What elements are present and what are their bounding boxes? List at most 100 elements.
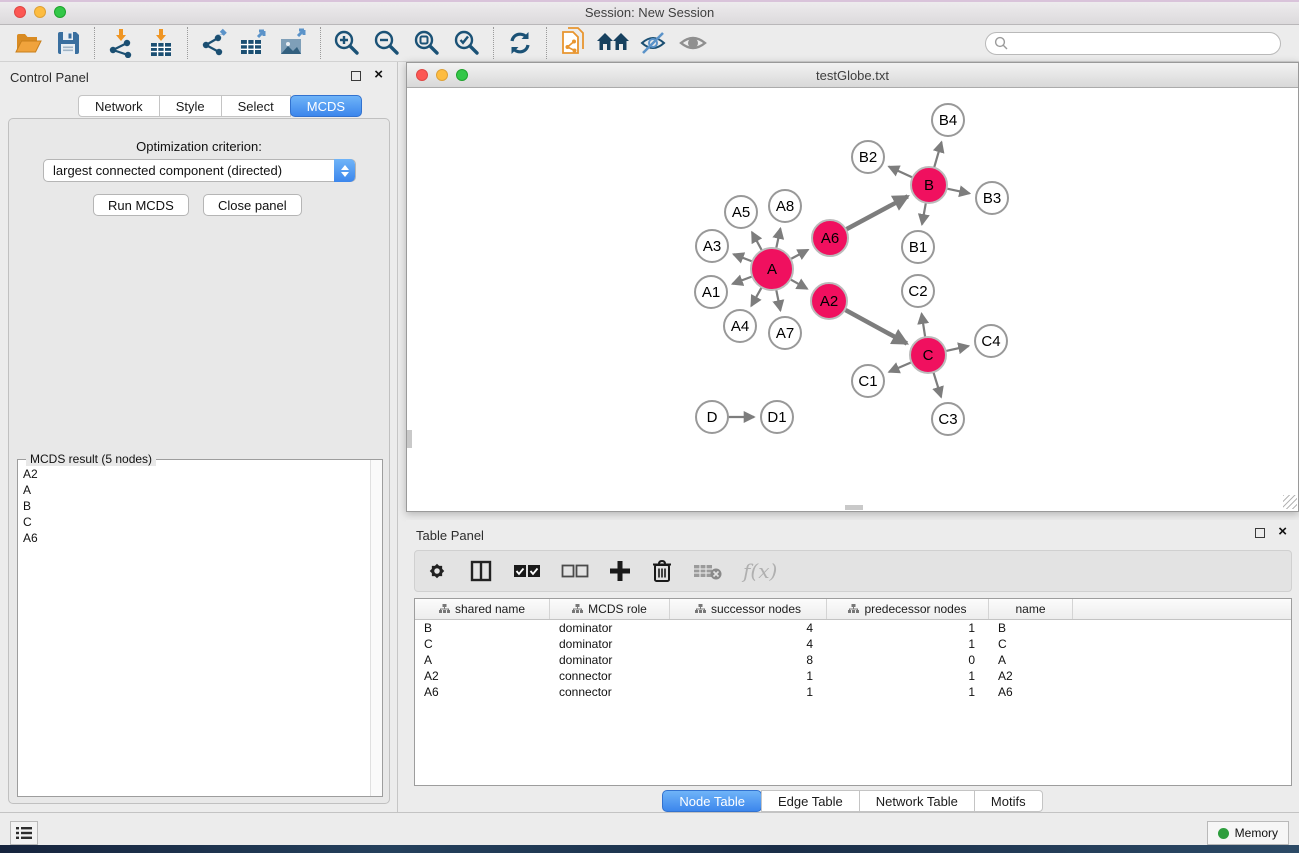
deselect-all-icon[interactable] — [561, 556, 589, 586]
graph-node-B2[interactable]: B2 — [852, 141, 884, 173]
delete-column-icon[interactable] — [651, 556, 673, 586]
graph-node-D1[interactable]: D1 — [761, 401, 793, 433]
table-cell-name[interactable]: C — [989, 637, 1073, 651]
export-network-icon[interactable] — [194, 27, 234, 59]
graph-edge-A-A8[interactable] — [776, 229, 780, 249]
mcds-result-item[interactable]: C — [18, 514, 382, 530]
table-cell-name[interactable]: B — [989, 621, 1073, 635]
table-cell-mcds-role[interactable]: dominator — [550, 637, 670, 651]
table-cell-mcds-role[interactable]: dominator — [550, 621, 670, 635]
float-table-panel-icon[interactable] — [1255, 528, 1265, 538]
table-cell-mcds-role[interactable]: connector — [550, 669, 670, 683]
table-cell-predecessor-nodes[interactable]: 0 — [827, 653, 989, 667]
graph-node-A6[interactable]: A6 — [812, 220, 848, 256]
graph-node-C4[interactable]: C4 — [975, 325, 1007, 357]
table-cell-name[interactable]: A2 — [989, 669, 1073, 683]
graph-edge-B-B4[interactable] — [934, 142, 941, 168]
graph-edge-A-A1[interactable] — [733, 276, 753, 284]
column-header-mcds-role[interactable]: MCDS role — [550, 599, 670, 619]
mcds-result-item[interactable]: A2 — [18, 466, 382, 482]
table-cell-predecessor-nodes[interactable]: 1 — [827, 637, 989, 651]
table-cell-successor-nodes[interactable]: 1 — [670, 685, 827, 699]
graph-edge-C-C2[interactable] — [922, 314, 926, 338]
mcds-result-item[interactable]: A6 — [18, 530, 382, 546]
window-resize-grip[interactable] — [1283, 495, 1297, 509]
graph-node-B[interactable]: B — [911, 167, 947, 203]
graph-node-C2[interactable]: C2 — [902, 275, 934, 307]
graph-edge-C-C4[interactable] — [946, 346, 969, 351]
graph-node-A7[interactable]: A7 — [769, 317, 801, 349]
graph-edge-A-A4[interactable] — [751, 287, 761, 306]
table-cell-shared-name[interactable]: A6 — [415, 685, 550, 699]
home-icon[interactable] — [593, 27, 633, 59]
table-cell-shared-name[interactable]: C — [415, 637, 550, 651]
table-cell-shared-name[interactable]: A2 — [415, 669, 550, 683]
function-builder-icon[interactable]: f(x) — [743, 559, 777, 583]
table-cell-successor-nodes[interactable]: 4 — [670, 637, 827, 651]
import-table-icon[interactable] — [141, 27, 181, 59]
column-header-successor-nodes[interactable]: successor nodes — [670, 599, 827, 619]
canvas-vertical-scrollbar[interactable] — [407, 430, 412, 448]
export-image-icon[interactable] — [274, 27, 314, 59]
table-cell-successor-nodes[interactable]: 1 — [670, 669, 827, 683]
new-network-from-selection-icon[interactable] — [553, 27, 593, 59]
table-cell-name[interactable]: A6 — [989, 685, 1073, 699]
canvas-horizontal-scrollbar[interactable] — [845, 505, 863, 510]
graph-edge-C-C1[interactable] — [889, 362, 911, 372]
graph-node-B4[interactable]: B4 — [932, 104, 964, 136]
table-cell-shared-name[interactable]: A — [415, 653, 550, 667]
criterion-select[interactable]: largest connected component (directed) — [43, 159, 356, 182]
search-field[interactable] — [985, 32, 1281, 55]
zoom-fit-icon[interactable] — [407, 27, 447, 59]
zoom-in-icon[interactable] — [327, 27, 367, 59]
select-all-icon[interactable] — [513, 556, 541, 586]
graph-node-A[interactable]: A — [751, 248, 793, 290]
table-cell-mcds-role[interactable]: dominator — [550, 653, 670, 667]
refresh-icon[interactable] — [500, 27, 540, 59]
graph-node-C1[interactable]: C1 — [852, 365, 884, 397]
tab-edge-table[interactable]: Edge Table — [761, 790, 860, 812]
zoom-selected-icon[interactable] — [447, 27, 487, 59]
table-cell-predecessor-nodes[interactable]: 1 — [827, 685, 989, 699]
table-row[interactable]: A2connector11A2 — [415, 668, 1291, 684]
task-history-button[interactable] — [10, 821, 38, 845]
export-table-icon[interactable] — [234, 27, 274, 59]
graph-edge-C-C3[interactable] — [933, 372, 941, 397]
graph-edge-A2-C[interactable] — [845, 310, 907, 344]
column-header-name[interactable]: name — [989, 599, 1073, 619]
select-stepper-icon[interactable] — [334, 159, 355, 182]
table-row[interactable]: Adominator80A — [415, 652, 1291, 668]
column-header-predecessor-nodes[interactable]: predecessor nodes — [827, 599, 989, 619]
network-canvas[interactable]: A A6 A2 B C A1 A3 A4 A5 A7 A8 B1 B2 — [407, 88, 1298, 510]
graph-node-A4[interactable]: A4 — [724, 310, 756, 342]
result-list-scrollbar[interactable] — [370, 460, 382, 796]
open-session-icon[interactable] — [8, 27, 48, 59]
graph-edge-A-A2[interactable] — [790, 279, 807, 289]
run-mcds-button[interactable]: Run MCDS — [93, 194, 189, 216]
table-cell-shared-name[interactable]: B — [415, 621, 550, 635]
graph-edge-B-B2[interactable] — [889, 167, 913, 178]
tab-mcds[interactable]: MCDS — [290, 95, 362, 117]
graph-edge-A-A6[interactable] — [791, 250, 809, 259]
tab-motifs[interactable]: Motifs — [974, 790, 1043, 812]
import-network-icon[interactable] — [101, 27, 141, 59]
memory-button[interactable]: Memory — [1207, 821, 1289, 845]
tab-network-table[interactable]: Network Table — [859, 790, 975, 812]
close-panel-button[interactable]: Close panel — [203, 194, 302, 216]
graph-edge-A-A5[interactable] — [752, 232, 762, 250]
column-visibility-icon[interactable] — [469, 556, 493, 586]
table-cell-successor-nodes[interactable]: 4 — [670, 621, 827, 635]
column-header-shared-name[interactable]: shared name — [415, 599, 550, 619]
graph-node-A5[interactable]: A5 — [725, 196, 757, 228]
tab-select[interactable]: Select — [221, 95, 291, 117]
table-row[interactable]: A6connector11A6 — [415, 684, 1291, 700]
graph-node-C3[interactable]: C3 — [932, 403, 964, 435]
graph-node-C[interactable]: C — [910, 337, 946, 373]
hide-panels-icon[interactable] — [633, 27, 673, 59]
zoom-out-icon[interactable] — [367, 27, 407, 59]
close-table-panel-icon[interactable]: × — [1278, 523, 1287, 541]
mcds-result-item[interactable]: A — [18, 482, 382, 498]
graph-edge-A6-B[interactable] — [846, 196, 908, 229]
table-cell-successor-nodes[interactable]: 8 — [670, 653, 827, 667]
graph-node-A8[interactable]: A8 — [769, 190, 801, 222]
